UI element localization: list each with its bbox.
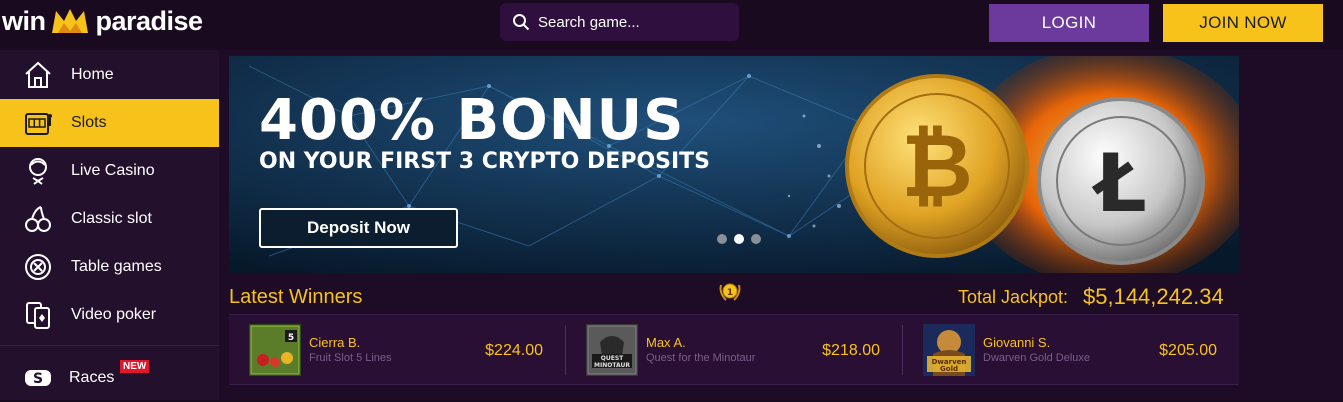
sidebar-item-label: Races [69,369,115,386]
sidebar-item-classic-slot[interactable]: Classic slot [0,195,219,243]
medal-icon: 1 [719,283,741,301]
svg-text:QUEST: QUEST [601,355,624,362]
logo-text-win: win [2,5,46,36]
sidebar-item-live-casino[interactable]: Live Casino [0,147,219,195]
winner-item[interactable]: 5 Cierra B. Fruit Slot 5 Lines $224.00 [229,315,565,386]
slot-machine-icon [22,108,54,138]
winner-item[interactable]: QUEST MINOTAUR Max A. Quest for the Mino… [566,315,902,386]
winner-name: Cierra B. [309,335,361,350]
search-input[interactable]: Search game... [538,14,640,31]
deposit-now-button[interactable]: Deposit Now [259,208,458,248]
logo-text-paradise: paradise [95,5,204,36]
winner-amount: $224.00 [485,342,543,359]
dealer-icon [22,156,54,186]
game-thumbnail: QUEST MINOTAUR [586,324,638,376]
sidebar-item-label: Live Casino [71,162,155,179]
banner-subtitle: ON YOUR FIRST 3 CRYPTO DEPOSITS [259,149,711,174]
svg-text:Ł: Ł [1091,137,1146,230]
new-badge: NEW [120,360,150,373]
logo[interactable]: win paradise [2,4,203,38]
game-thumbnail: Dwarven Gold [923,324,975,376]
winner-game: Quest for the Minotaur [646,352,756,364]
svg-text:MINOTAUR: MINOTAUR [594,362,630,369]
sidebar-item-label: Table games [71,258,162,275]
winner-item[interactable]: Dwarven Gold Giovanni S. Dwarven Gold De… [903,315,1239,386]
races-icon: S [22,363,54,393]
sidebar-item-slots[interactable]: Slots [0,99,219,147]
svg-text:5: 5 [288,333,294,343]
sidebar-item-label: Slots [71,114,107,131]
carousel-dot-2[interactable] [734,234,744,244]
svg-text:1: 1 [727,288,733,298]
carousel-dot-1[interactable] [717,234,727,244]
winner-amount: $205.00 [1159,342,1217,359]
sidebar: Home Slots Live Casino Classic slot Tabl… [0,50,219,400]
sidebar-item-table-games[interactable]: Table games [0,243,219,291]
winner-name: Max A. [646,335,686,350]
crown-logo-icon [51,9,88,33]
search-icon [513,14,530,31]
total-jackpot-label: Total Jackpot: [958,287,1069,307]
sidebar-item-home[interactable]: Home [0,51,219,99]
sidebar-item-label: Video poker [71,306,157,323]
winner-name: Giovanni S. [983,335,1051,350]
casino-chip-icon [22,252,54,282]
carousel-dots [717,234,761,244]
join-now-button[interactable]: JOIN NOW [1163,4,1323,42]
winners-list: 5 Cierra B. Fruit Slot 5 Lines $224.00 Q… [229,314,1239,385]
svg-text:Gold: Gold [940,365,958,373]
carousel-dot-3[interactable] [751,234,761,244]
playing-cards-icon [22,300,54,330]
svg-text:₿: ₿ [901,114,973,217]
sidebar-item-races[interactable]: S Races NEW [0,354,219,402]
promo-banner[interactable]: ₿ Ł 400% BONUS ON YOUR FIRST 3 CRYPTO DE… [229,56,1239,273]
search-bar[interactable]: Search game... [500,3,739,41]
winner-game: Dwarven Gold Deluxe [983,352,1090,364]
cherries-icon [22,204,54,234]
sidebar-item-video-poker[interactable]: Video poker [0,291,219,339]
sidebar-divider [0,345,219,346]
latest-winners-title: Latest Winners [229,286,363,308]
game-thumbnail: 5 [249,324,301,376]
header: win paradise Search game... LOGIN JOIN N… [0,0,1343,50]
winner-game: Fruit Slot 5 Lines [309,352,392,364]
sidebar-item-label: Classic slot [71,210,152,227]
sidebar-item-label: Home [71,66,114,83]
winner-amount: $218.00 [822,342,880,359]
total-jackpot-value: $5,144,242.34 [1083,284,1224,309]
login-button[interactable]: LOGIN [989,4,1149,42]
banner-title: 400% BONUS [259,88,685,153]
house-icon [22,60,54,90]
svg-text:S: S [33,371,43,387]
